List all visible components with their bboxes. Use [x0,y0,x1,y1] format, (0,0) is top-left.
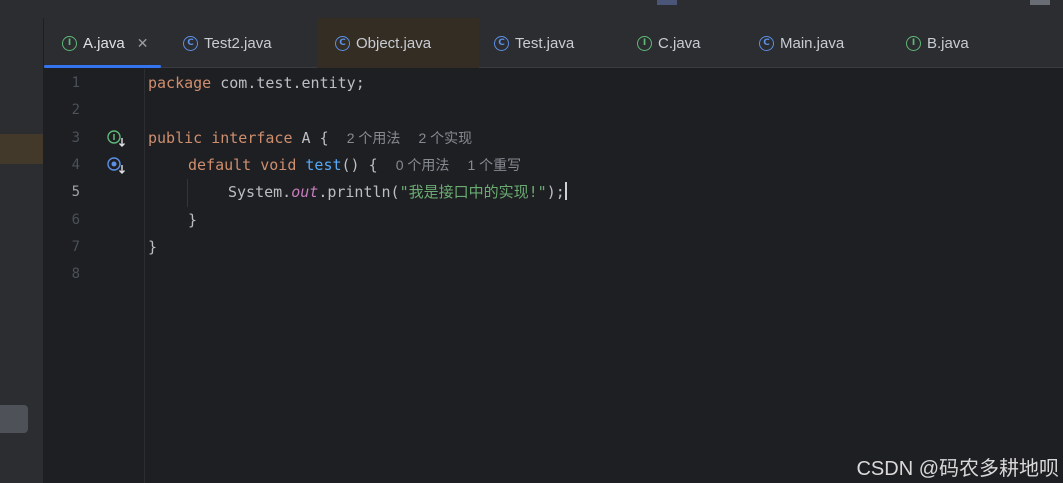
keyword: void [260,156,297,174]
toolbar-icon[interactable] [657,0,677,5]
tab-label: Test2.java [204,34,272,52]
keyword: package [148,74,212,92]
line-number: 3 [71,130,80,146]
static-field: out [291,183,319,201]
project-tool-window [0,18,44,483]
runnable-class-icon: C [759,35,774,51]
line-number: 8 [71,266,80,282]
line-number: 6 [71,212,80,228]
line-number: 4 [71,157,80,173]
keyword: public [148,129,203,147]
tab-label: C.java [658,34,701,52]
watermark: CSDN @码农多耕地呗 [856,458,1059,480]
tab-b-java[interactable]: I B.java [888,18,1018,68]
interface-icon: I [62,35,77,51]
close-icon[interactable]: ✕ [137,35,149,52]
interface-icon: I [906,35,921,51]
code-text: A { [292,129,329,147]
code-text: System. [228,183,292,201]
svg-text:I: I [113,133,116,142]
string-literal: "我是接口中的实现!" [399,183,547,201]
tab-test2-java[interactable]: C Test2.java [165,18,317,68]
tab-main-java[interactable]: C Main.java [741,18,891,68]
tool-window-button[interactable] [0,405,28,433]
code-line-4: default void test() { 0 个用法 1 个重写 [188,152,521,179]
top-toolbar-strip [0,0,1063,18]
tab-label: B.java [927,34,969,52]
code-text: com.test.entity; [211,74,365,92]
class-icon: C [183,35,198,51]
line-number: 7 [71,239,80,255]
implemented-interface-icon[interactable]: I [107,130,127,148]
tab-label: Main.java [780,34,845,52]
method-name: test [305,156,342,174]
editor-gutter: 1 2 3 4 5 6 7 8 I [44,69,145,483]
class-icon: C [335,35,350,51]
tab-c-java[interactable]: I C.java [619,18,747,68]
tab-test-java[interactable]: C Test.java [476,18,619,68]
overridden-method-icon[interactable] [107,157,127,175]
code-line-7: } [148,238,158,256]
text-caret [564,182,567,200]
implementations-hint[interactable]: 2 个实现 [418,130,472,146]
line-number: 1 [71,75,80,91]
tab-label: Test.java [515,34,575,52]
tab-a-java[interactable]: I A.java ✕ [44,18,161,68]
toolbar-icon[interactable] [1030,0,1050,5]
code-editor[interactable]: package com.test.entity; public interfac… [145,69,1063,483]
tab-object-java[interactable]: C Object.java [317,18,479,68]
code-line-1: package com.test.entity; [148,70,365,97]
tab-label: A.java [83,34,125,52]
selected-tree-item[interactable] [0,134,43,164]
code-text: ); [546,183,565,201]
class-icon: C [494,35,509,51]
usages-hint[interactable]: 2 个用法 [347,130,401,146]
keyword: interface [211,129,293,147]
tab-label: Object.java [356,34,432,52]
code-text: .println( [318,183,400,201]
code-line-6: } [188,211,198,229]
code-text: () { [341,156,378,174]
code-line-3: public interface A { 2 个用法 2 个实现 [148,125,472,152]
editor-tab-bar: I A.java ✕ C Test2.java C Object.java C … [44,18,1063,68]
interface-icon: I [637,35,652,51]
line-number-current: 5 [71,184,80,200]
overrides-hint[interactable]: 1 个重写 [467,157,521,173]
usages-hint[interactable]: 0 个用法 [396,157,450,173]
code-line-5: System.out.println("我是接口中的实现!"); [228,179,567,206]
indent-guide [187,179,188,207]
keyword: default [188,156,252,174]
line-number: 2 [71,102,80,118]
